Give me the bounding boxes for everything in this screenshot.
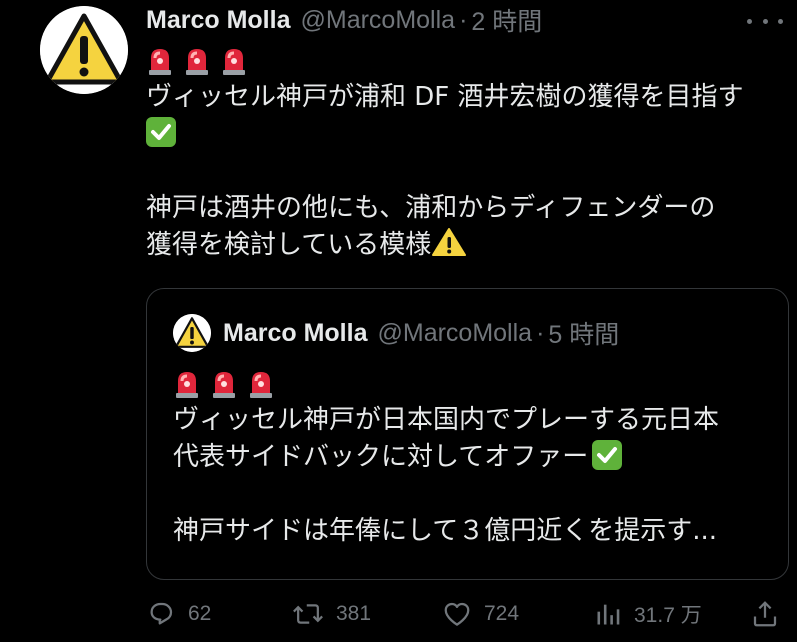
- share-button[interactable]: [750, 594, 792, 634]
- views-count: 31.7 万: [634, 604, 702, 627]
- warning-avatar-icon: [173, 314, 211, 352]
- author-avatar[interactable]: [40, 6, 128, 94]
- check-emoji: [592, 440, 623, 470]
- quoted-tweet-time: 5 時間: [548, 321, 620, 349]
- siren-emoji: [149, 48, 171, 75]
- retweet-count: 381: [336, 602, 372, 625]
- warning-avatar-icon: [40, 6, 128, 94]
- retweet-icon: [293, 604, 323, 624]
- quoted-line-2-wrap: 代表サイドバックに対してオファー: [173, 439, 774, 476]
- tweet-line-1: ヴィッセル神戸が浦和 DF 酒井宏樹の獲得を目指す: [146, 82, 744, 112]
- quoted-paragraph-gap: [173, 476, 774, 513]
- reply-button[interactable]: 62: [146, 594, 211, 634]
- more-icon[interactable]: [747, 6, 783, 36]
- tweet-time[interactable]: 2 時間: [471, 2, 542, 38]
- like-icon: [444, 602, 470, 626]
- tweet-text: ヴィッセル神戸が浦和 DF 酒井宏樹の獲得を目指す 神戸は酒井の他にも、浦和から…: [146, 42, 783, 264]
- tweet-card[interactable]: Marco Molla @MarcoMolla · 2 時間 ヴィッセル神戸が浦…: [0, 0, 797, 642]
- tweet-line-3-wrap: 獲得を検討している模様: [146, 227, 783, 264]
- reply-icon: [150, 602, 173, 625]
- like-count: 724: [484, 602, 520, 625]
- quoted-siren-emoji-row: [173, 365, 774, 402]
- check-emoji: [146, 117, 176, 147]
- check-line: [146, 116, 783, 153]
- quoted-tweet[interactable]: Marco Molla @MarcoMolla · 5 時間 ヴィッセル神戸が日…: [146, 288, 789, 580]
- quoted-tweet-text: ヴィッセル神戸が日本国内でプレーする元日本 代表サイドバックに対してオファー 神…: [173, 365, 774, 550]
- siren-emoji: [186, 48, 208, 75]
- action-bar: 62 381 724 31.7 万: [146, 594, 786, 634]
- reply-count: 62: [188, 602, 212, 625]
- quoted-line-1: ヴィッセル神戸が日本国内でプレーする元日本: [173, 405, 720, 435]
- tweet-header: Marco Molla @MarcoMolla · 2 時間: [146, 0, 783, 40]
- views-icon: [597, 604, 620, 625]
- siren-emoji: [213, 371, 235, 398]
- warning-emoji: [432, 228, 467, 256]
- quoted-line-2: 代表サイドバックに対してオファー: [173, 442, 589, 472]
- siren-emoji: [223, 48, 245, 75]
- separator-dot: ·: [459, 5, 468, 34]
- quoted-author-handle: @MarcoMolla: [377, 318, 533, 347]
- tweet-line-3: 獲得を検討している模様: [146, 230, 432, 260]
- share-icon: [753, 601, 777, 627]
- retweet-button[interactable]: 381: [292, 594, 371, 634]
- siren-emoji: [250, 371, 272, 398]
- quoted-author-name: Marco Molla: [223, 318, 368, 347]
- tweet-line-2: 神戸は酒井の他にも、浦和からディフェンダーの: [146, 193, 716, 223]
- siren-emoji-row: [146, 42, 783, 79]
- quoted-tweet-header: Marco Molla @MarcoMolla · 5 時間: [173, 313, 619, 353]
- quoted-author-avatar: [173, 314, 211, 352]
- views-button[interactable]: 31.7 万: [594, 594, 702, 634]
- author-name[interactable]: Marco Molla: [146, 6, 290, 35]
- quoted-line-3: 神戸サイドは年俸にして３億円近くを提示す...: [173, 516, 718, 546]
- tweet-content: Marco Molla @MarcoMolla · 2 時間 ヴィッセル神戸が浦…: [146, 0, 783, 264]
- quoted-separator-dot: ·: [536, 318, 545, 347]
- author-handle[interactable]: @MarcoMolla: [300, 6, 455, 35]
- siren-emoji: [176, 371, 198, 398]
- like-button[interactable]: 724: [442, 594, 519, 634]
